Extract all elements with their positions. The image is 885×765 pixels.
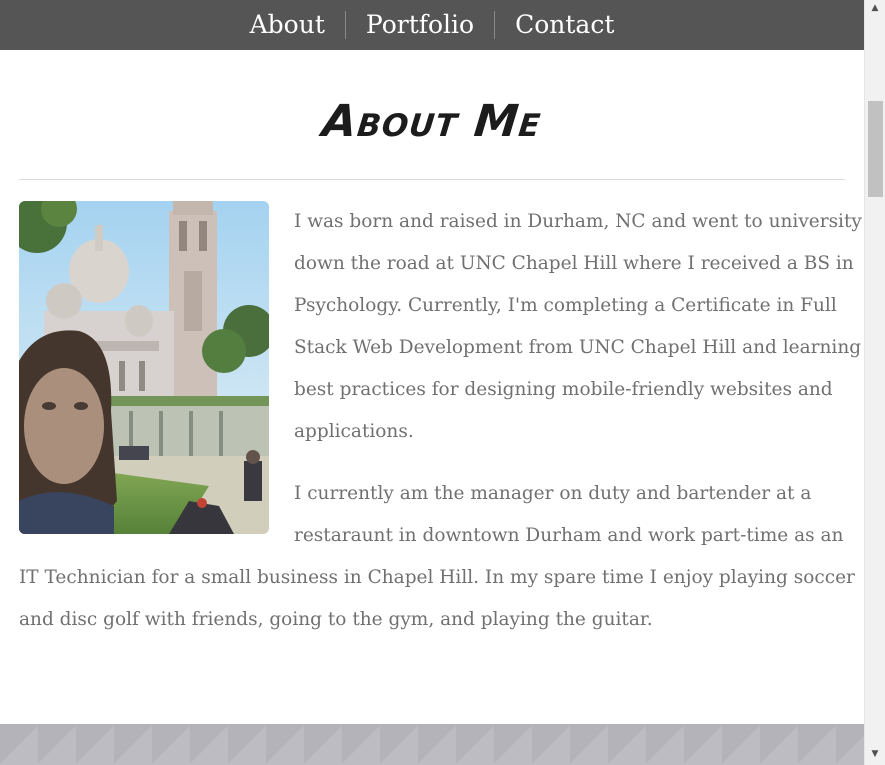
about-paragraph-2-continued: IT Technician for a small business in Ch… (19, 557, 855, 641)
paragraph-line: I was born and raised in Durham, NC and … (294, 211, 862, 232)
paragraph-line: best practices for designing mobile-frie… (294, 379, 833, 400)
about-paragraph-2: I currently am the manager on duty and b… (294, 473, 854, 557)
portfolio-section-band (0, 724, 864, 765)
scroll-thumb[interactable] (868, 101, 883, 197)
paragraph-line: Psychology. Currently, I'm completing a … (294, 295, 837, 316)
profile-photo (19, 201, 269, 534)
paragraph-line: IT Technician for a small business in Ch… (19, 567, 855, 588)
scroll-up-arrow-icon[interactable]: ▲ (865, 0, 885, 17)
paragraph-line: applications. (294, 421, 414, 442)
top-navbar: About Portfolio Contact (0, 0, 864, 50)
paragraph-line: I currently am the manager on duty and b… (294, 483, 812, 504)
paragraph-line: restaraunt in downtown Durham and work p… (294, 525, 844, 546)
nav-link-about[interactable]: About (230, 11, 345, 39)
about-paragraph-1: I was born and raised in Durham, NC and … (294, 201, 862, 453)
page: About Portfolio Contact About Me I was b… (0, 0, 864, 765)
page-title: About Me (319, 96, 544, 147)
nav-link-contact[interactable]: Contact (495, 11, 634, 39)
nav-link-portfolio[interactable]: Portfolio (346, 11, 494, 39)
page-scrollbar[interactable]: ▲ ▼ (864, 0, 885, 765)
paragraph-line: down the road at UNC Chapel Hill where I… (294, 253, 854, 274)
title-divider (19, 179, 845, 180)
paragraph-line: Stack Web Development from UNC Chapel Hi… (294, 337, 862, 358)
scroll-down-arrow-icon[interactable]: ▼ (865, 746, 885, 763)
paragraph-line: and disc golf with friends, going to the… (19, 609, 653, 630)
